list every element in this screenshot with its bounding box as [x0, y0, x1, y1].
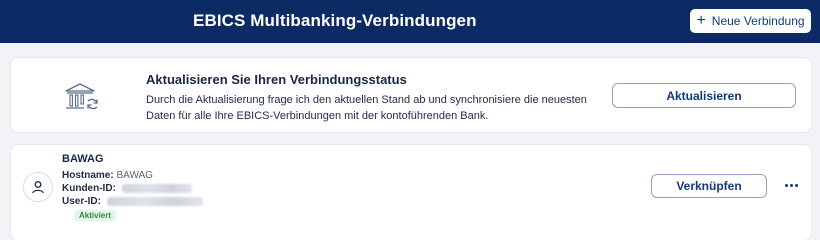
- new-connection-button[interactable]: + Neue Verbindung: [690, 9, 811, 33]
- hostname-value: BAWAG: [116, 170, 153, 181]
- page-title: EBICS Multibanking-Verbindungen: [193, 11, 477, 30]
- status-badge: Aktiviert: [74, 210, 117, 221]
- connection-card: BAWAG Hostname: BAWAG Kunden-ID: User-ID…: [11, 145, 811, 240]
- connection-name: BAWAG: [62, 153, 104, 165]
- hostname-row: Hostname: BAWAG: [62, 170, 153, 181]
- status-card-title: Aktualisieren Sie Ihren Verbindungsstatu…: [146, 72, 407, 87]
- user-icon: [32, 181, 44, 194]
- kunden-id-value-redacted: [121, 183, 192, 193]
- page-header: EBICS Multibanking-Verbindungen + Neue V…: [0, 0, 820, 43]
- new-connection-label: Neue Verbindung: [711, 14, 805, 28]
- status-card-description: Durch die Aktualisierung frage ich den a…: [146, 94, 587, 122]
- user-id-label: User-ID:: [62, 196, 101, 207]
- link-button[interactable]: Verknüpfen: [651, 174, 767, 198]
- avatar: [23, 172, 53, 202]
- refresh-button[interactable]: Aktualisieren: [612, 83, 796, 108]
- kunden-id-row: Kunden-ID:: [62, 183, 192, 194]
- kunden-id-label: Kunden-ID:: [62, 183, 116, 194]
- refresh-status-card: Aktualisieren Sie Ihren Verbindungsstatu…: [11, 58, 811, 132]
- user-id-row: User-ID:: [62, 196, 203, 207]
- bank-refresh-icon: [65, 83, 98, 110]
- plus-icon: +: [696, 11, 706, 29]
- user-id-value-redacted: [106, 196, 203, 206]
- more-horizontal-icon[interactable]: [781, 178, 801, 192]
- hostname-label: Hostname:: [62, 170, 114, 181]
